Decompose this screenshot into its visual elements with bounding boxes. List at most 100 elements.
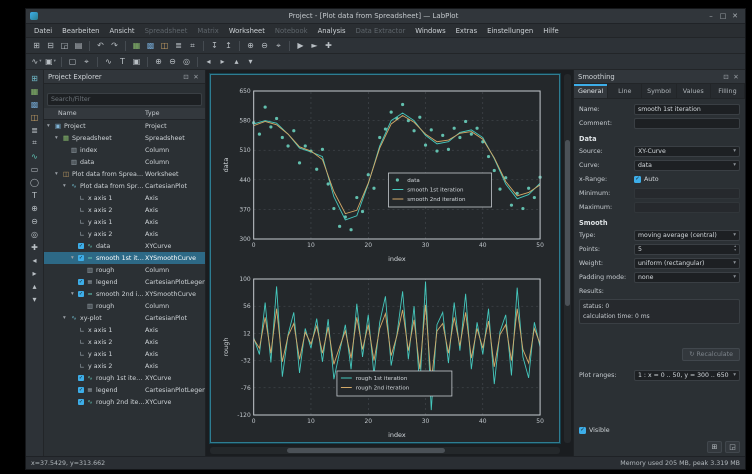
redo-icon[interactable]: ↷ [108,39,121,52]
tree-row[interactable]: ∟y axis 1Axis [44,216,205,228]
column-header-name[interactable]: Name [58,110,145,117]
pointer-icon[interactable]: ► [308,39,321,52]
new-notebook-icon[interactable]: ≣ [172,39,185,52]
crosshair-mode-icon[interactable]: ⌖ [80,55,93,68]
new-matrix-icon[interactable]: ▩ [144,39,157,52]
add-curve-icon[interactable]: ∿ [102,55,115,68]
worksheet-view[interactable]: 01020304050300370440510580650indexdatada… [206,70,573,456]
tree-row[interactable]: ▾▦SpreadsheetSpreadsheet [44,132,205,144]
new-curve-icon[interactable]: ∿ [28,150,41,162]
expander-icon[interactable]: ▾ [63,183,70,189]
plot-ranges-select[interactable]: 1 : x = 0 .. 50, y = 300 .. 650▾ [634,370,740,381]
tree-column-headers[interactable]: Name Type [44,108,205,120]
visibility-checkbox[interactable]: ✓ [78,387,84,393]
curve-select[interactable]: data▾ [634,160,740,171]
horizontal-scrollbar-thumb[interactable] [287,448,445,453]
recalculate-button[interactable]: ↻ Recalculate [682,348,740,361]
tree-row[interactable]: ∟y axis 2Axis [44,360,205,372]
float-panel-icon[interactable]: ⊡ [181,73,191,81]
menu-bearbeiten[interactable]: Bearbeiten [57,27,104,35]
tab-symbol[interactable]: Symbol [642,84,676,98]
comment-field[interactable] [634,118,740,129]
float-panel-icon[interactable]: ⊡ [721,73,731,81]
new-spreadsheet-icon[interactable]: ▦ [130,39,143,52]
search-input[interactable] [47,93,202,106]
menu-einstellungen[interactable]: Einstellungen [482,27,538,35]
vertical-scrollbar-thumb[interactable] [565,140,570,306]
load-template-icon[interactable]: ⊞ [707,441,722,453]
close-panel-icon[interactable]: ✕ [731,73,741,81]
legend-box[interactable] [337,371,452,396]
minimize-icon[interactable]: – [705,12,717,20]
chart-canvas-top[interactable]: 01020304050300370440510580650indexdatada… [220,83,550,265]
tree-row[interactable]: ∟x axis 1Axis [44,324,205,336]
new-shape-icon[interactable]: ◯ [28,176,41,188]
close-panel-icon[interactable]: ✕ [191,73,201,81]
expander-icon[interactable]: ▾ [55,171,62,177]
shift-right-icon[interactable]: ▸ [28,267,41,279]
column-header-type[interactable]: Type [145,110,205,117]
padding-mode-select[interactable]: none▾ [634,272,740,283]
spinbox-arrows-icon[interactable]: ▴▾ [734,245,736,253]
visibility-checkbox[interactable]: ✓ [78,399,84,405]
tree-row[interactable]: ▾∿Plot data from SpreadsheetCartesianPlo… [44,180,205,192]
tree-row[interactable]: ▥roughColumn [44,300,205,312]
zoom-fit-icon[interactable]: ⌖ [272,39,285,52]
undo-icon[interactable]: ↶ [94,39,107,52]
import-icon[interactable]: ↧ [208,39,221,52]
tree-row[interactable]: ✓∿rough 2nd iterationXYCurve [44,396,205,408]
expander-icon[interactable]: ▾ [55,135,62,141]
tab-line[interactable]: Line [608,84,642,98]
horizontal-scrollbar[interactable] [210,447,560,454]
tree-row[interactable]: ∟x axis 2Axis [44,204,205,216]
tree-row[interactable]: ▾◫Plot data from SpreadsheetWorksheet [44,168,205,180]
add-plot-combo-icon[interactable]: ∿▾ [30,55,43,68]
shift-right-icon[interactable]: ▸ [216,55,229,68]
maximize-icon[interactable]: □ [717,12,729,20]
zoom-out-icon[interactable]: ⊖ [258,39,271,52]
expander-icon[interactable]: ▾ [71,255,78,261]
export-icon[interactable]: ↥ [222,39,235,52]
visible-checkbox[interactable]: ✓ Visible [579,427,610,434]
menu-hilfe[interactable]: Hilfe [538,27,563,35]
shift-down-icon[interactable]: ▾ [28,293,41,305]
save-project-icon[interactable]: ◲ [58,39,71,52]
tree-row[interactable]: ∟y axis 1Axis [44,348,205,360]
new-legend-icon[interactable]: ▭ [28,163,41,175]
play-icon[interactable]: ▶ [294,39,307,52]
new-worksheet-icon[interactable]: ◫ [28,111,41,123]
type-select[interactable]: moving average (central)▾ [634,230,740,241]
vertical-scrollbar[interactable] [564,74,571,443]
auto-range-checkbox[interactable]: ✓ Auto [634,176,659,183]
new-text-icon[interactable]: T [28,189,41,201]
save-template-icon[interactable]: ◲ [725,441,740,453]
navigate-icon[interactable]: ✚ [28,241,41,253]
tab-filling[interactable]: Filling [711,84,745,98]
open-project-icon[interactable]: ⊟ [44,39,57,52]
print-icon[interactable]: ▤ [72,39,85,52]
weight-select[interactable]: uniform (rectangular)▾ [634,258,740,269]
new-datapicker-icon[interactable]: ⌗ [28,137,41,149]
source-select[interactable]: XY-Curve▾ [634,146,740,157]
tree-row[interactable]: ✓∿dataXYCurve [44,240,205,252]
tree-row[interactable]: ▾∿xy-plotCartesianPlot [44,312,205,324]
tree-row[interactable]: ▾✓≈smooth 1st iterationXYSmoothCurve [44,252,205,264]
tree-row[interactable]: ▥indexColumn [44,144,205,156]
new-worksheet-icon[interactable]: ◫ [158,39,171,52]
shift-down-icon[interactable]: ▾ [244,55,257,68]
add-object-combo-icon[interactable]: ▣▾ [44,55,57,68]
menu-worksheet[interactable]: Worksheet [224,27,270,35]
tree-row[interactable]: ✓≣legendCartesianPlotLegend [44,384,205,396]
tab-general[interactable]: General [574,84,608,98]
shift-left-icon[interactable]: ◂ [202,55,215,68]
new-folder-icon[interactable]: ⊞ [28,72,41,84]
add-image-icon[interactable]: ▣ [130,55,143,68]
menu-ansicht[interactable]: Ansicht [104,27,139,35]
visibility-checkbox[interactable]: ✓ [78,243,84,249]
shift-up-icon[interactable]: ▴ [28,280,41,292]
worksheet-page[interactable]: 01020304050300370440510580650indexdatada… [210,74,560,443]
add-text-icon[interactable]: T [116,55,129,68]
new-notebook-icon[interactable]: ≣ [28,124,41,136]
plot-area-data[interactable]: 01020304050300370440510580650indexdatada… [220,83,550,265]
expander-icon[interactable]: ▾ [71,291,78,297]
